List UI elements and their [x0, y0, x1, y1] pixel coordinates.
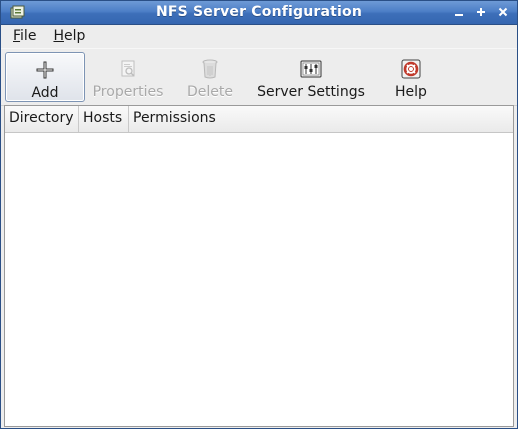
minimize-icon: [455, 14, 463, 16]
column-header-hosts[interactable]: Hosts: [79, 106, 129, 132]
maximize-button[interactable]: [471, 3, 491, 21]
menu-help[interactable]: Help: [47, 28, 91, 44]
server-settings-button[interactable]: Server Settings: [251, 52, 371, 102]
window-controls: [449, 3, 513, 21]
window-title: NFS Server Configuration: [155, 4, 363, 20]
delete-label: Delete: [187, 84, 233, 100]
minimize-button[interactable]: [449, 3, 469, 21]
column-header-directory[interactable]: Directory: [5, 106, 79, 132]
help-button[interactable]: Help: [381, 52, 441, 102]
help-label: Help: [395, 84, 427, 100]
plus-icon: [34, 59, 56, 81]
add-button[interactable]: Add: [5, 52, 85, 102]
title-bar[interactable]: NFS Server Configuration: [1, 1, 517, 25]
menu-help-mnemonic: H: [53, 28, 64, 44]
menu-file-mnemonic: F: [13, 28, 21, 44]
toolbar: Add Properties Delete Server Settings He…: [1, 48, 517, 106]
main-window: NFS Server Configuration File Help Add P…: [0, 0, 518, 429]
close-button[interactable]: [493, 3, 513, 21]
lifebuoy-icon: [400, 58, 422, 80]
server-settings-label: Server Settings: [257, 84, 365, 100]
properties-label: Properties: [92, 84, 164, 100]
add-label: Add: [31, 85, 59, 101]
properties-button[interactable]: Properties: [89, 52, 167, 102]
exports-table[interactable]: Directory Hosts Permissions: [4, 105, 514, 427]
settings-icon: [300, 58, 322, 80]
menu-bar: File Help: [1, 25, 517, 47]
menu-file[interactable]: File: [7, 28, 42, 44]
maximize-icon: [477, 8, 485, 16]
close-icon: [498, 7, 508, 17]
trash-icon: [199, 58, 221, 80]
table-header: Directory Hosts Permissions: [5, 106, 513, 133]
delete-button[interactable]: Delete: [179, 52, 241, 102]
properties-icon: [117, 58, 139, 80]
menu-help-label: elp: [63, 28, 86, 44]
column-header-permissions[interactable]: Permissions: [129, 106, 513, 132]
menu-file-label: ile: [20, 28, 37, 44]
